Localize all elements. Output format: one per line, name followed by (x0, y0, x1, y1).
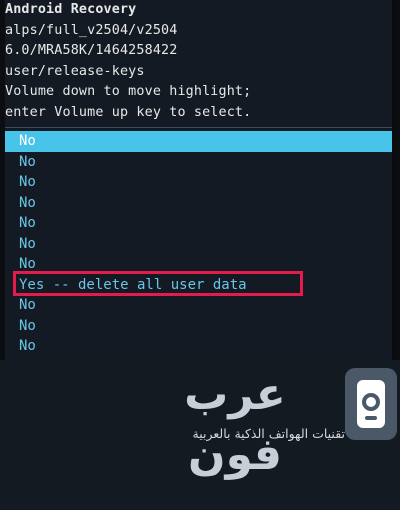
recovery-header: Android Recovery alps/full_v2504/v2504 6… (5, 0, 397, 123)
arabphone-logo-icon (345, 368, 397, 440)
annotation-highlight-box (13, 271, 303, 296)
menu-item-no[interactable]: No (5, 234, 397, 255)
menu-item-no[interactable]: No (5, 152, 397, 173)
instruction-line-move: Volume down to move highlight; (5, 84, 252, 99)
build-line-keys: user/release-keys (5, 63, 145, 79)
build-line-device: alps/full_v2504/v2504 (5, 22, 178, 38)
logo-glyph-icon (357, 380, 385, 428)
header-divider (5, 127, 397, 128)
instruction-line-select: enter Volume up key to select. (5, 104, 252, 120)
watermark-brand: عرب فون (184, 369, 286, 480)
recovery-title: Android Recovery (5, 2, 137, 17)
menu-item-no[interactable]: No (5, 193, 397, 214)
menu-item-no[interactable]: No (5, 316, 397, 337)
watermark-tagline: تقنيات الهواتف الذكية بالعربية (192, 426, 345, 441)
menu-item-no[interactable]: No (5, 131, 397, 152)
build-line-version: 6.0/MRA58K/1464258422 (5, 43, 178, 58)
menu-item-no[interactable]: No (5, 295, 397, 316)
confirmation-menu: No No No No No No No Yes -- delete all u… (5, 131, 397, 357)
menu-item-no[interactable]: No (5, 336, 397, 357)
menu-item-no[interactable]: No (5, 172, 397, 193)
device-screen: Android Recovery alps/full_v2504/v2504 6… (0, 0, 400, 510)
recovery-console: Android Recovery alps/full_v2504/v2504 6… (5, 0, 397, 360)
menu-item-no[interactable]: No (5, 213, 397, 234)
